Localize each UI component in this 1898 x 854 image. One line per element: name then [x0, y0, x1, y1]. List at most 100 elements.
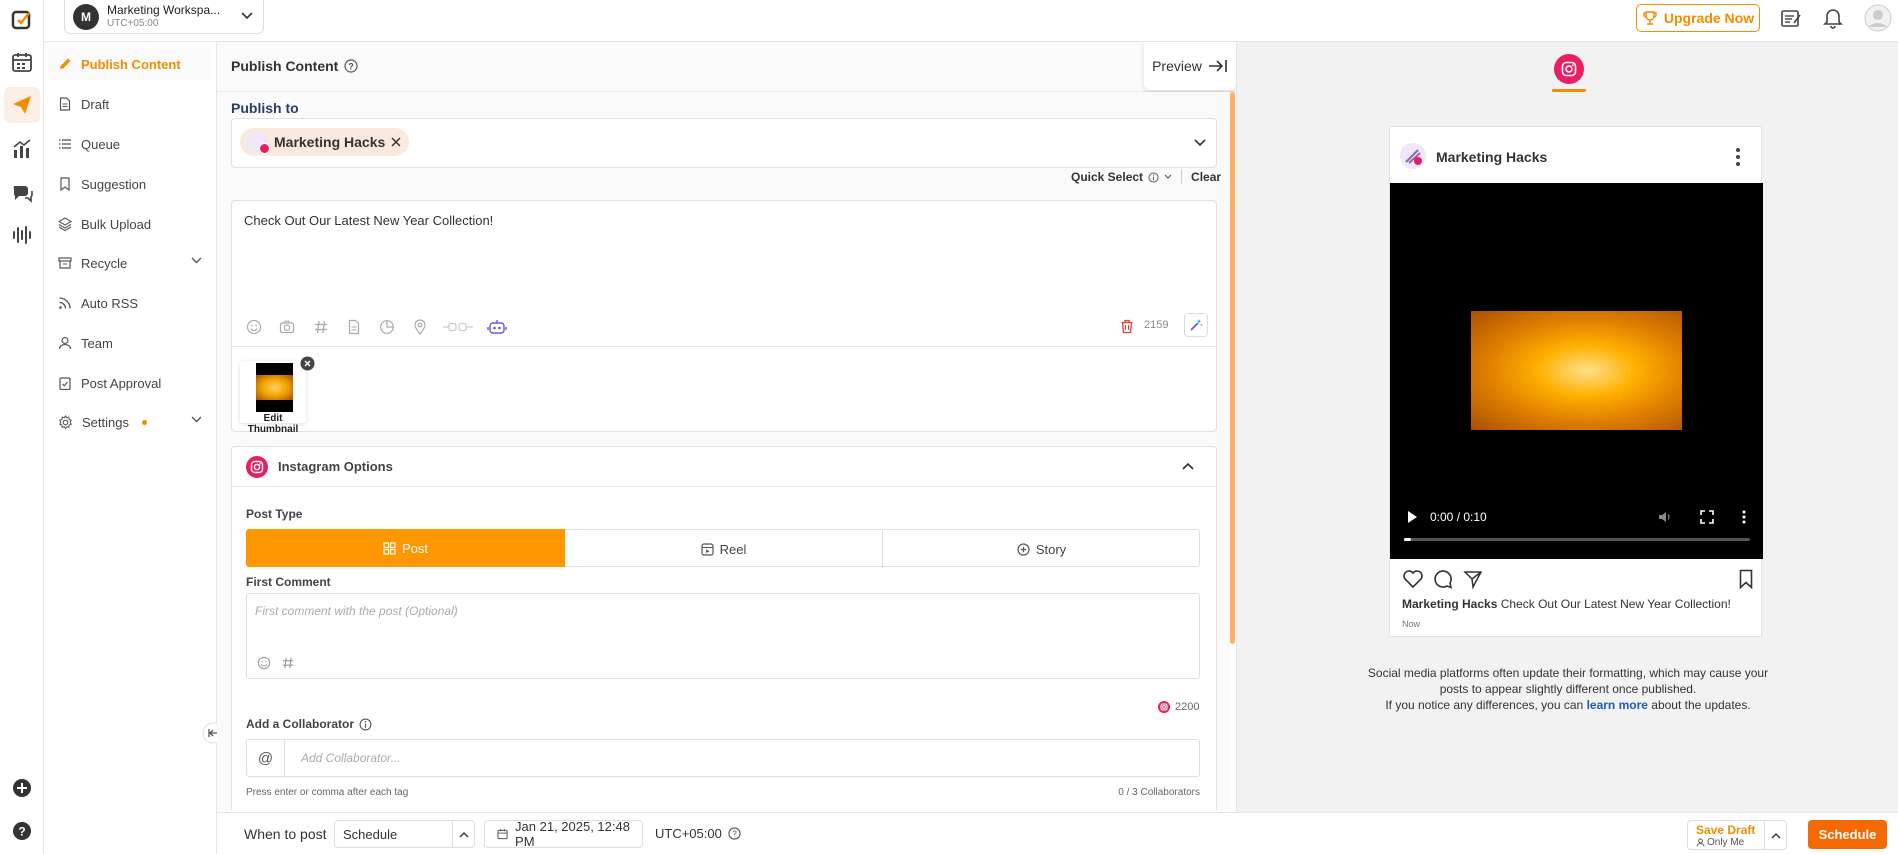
heart-icon[interactable]: [1402, 569, 1424, 589]
hashtag-icon[interactable]: [281, 656, 295, 670]
schedule-button[interactable]: Schedule: [1808, 820, 1887, 849]
collaborator-label: Add a Collaborator: [246, 717, 355, 731]
inbox-chat-icon[interactable]: [4, 174, 40, 210]
post-type-post[interactable]: Post: [246, 529, 565, 567]
preview-caption-author: Marketing Hacks: [1402, 597, 1498, 611]
video-progress-track[interactable]: [1404, 538, 1750, 541]
date-time-picker[interactable]: Jan 21, 2025, 12:48 PM: [484, 819, 643, 849]
workspace-timezone: UTC+05:00: [107, 17, 159, 29]
learn-more-link[interactable]: learn more: [1587, 698, 1648, 712]
sidebar-item-queue[interactable]: Queue: [48, 128, 212, 160]
sidebar-item-settings[interactable]: Settings: [48, 406, 212, 438]
collaborator-count: 0 / 3 Collaborators: [1118, 787, 1200, 798]
instagram-post-preview: Marketing Hacks 0:00 / 0:10 Marketing Ha…: [1389, 126, 1763, 637]
form-scrollbar[interactable]: [1230, 92, 1235, 644]
comment-icon[interactable]: [1433, 569, 1453, 589]
bell-icon[interactable]: [1823, 7, 1843, 29]
chevron-up-icon: [1182, 462, 1194, 470]
play-icon[interactable]: [1406, 510, 1418, 524]
clear-button[interactable]: Clear: [1191, 170, 1221, 184]
sidebar-item-draft[interactable]: Draft: [48, 88, 212, 120]
app-logo-icon[interactable]: [4, 2, 40, 38]
sidebar-item-bulk-upload[interactable]: Bulk Upload: [48, 208, 212, 240]
sidebar-item-suggestion[interactable]: Suggestion: [48, 168, 212, 200]
draft-visibility[interactable]: Only Me: [1696, 837, 1744, 848]
svg-text:?: ?: [732, 829, 737, 839]
sidebar-item-label: Suggestion: [81, 176, 147, 192]
fullscreen-icon[interactable]: [1700, 510, 1714, 524]
post-type-story[interactable]: Story: [883, 530, 1200, 568]
account-avatar: [246, 131, 270, 154]
account-selector[interactable]: Marketing Hacks: [231, 118, 1217, 168]
help-icon[interactable]: ?: [4, 813, 40, 849]
video-more-icon[interactable]: [1742, 510, 1746, 524]
preview-panel: Marketing Hacks 0:00 / 0:10 Marketing Ha…: [1236, 42, 1898, 812]
calendar-icon[interactable]: [4, 44, 40, 80]
upgrade-button[interactable]: Upgrade Now: [1636, 4, 1760, 32]
clipboard-check-icon: [59, 377, 71, 390]
chevron-down-icon: [1194, 139, 1206, 147]
analytics-icon[interactable]: [4, 131, 40, 167]
arrow-right-to-line-icon: [1208, 60, 1227, 72]
magic-wand-button[interactable]: [1184, 313, 1208, 337]
upgrade-label: Upgrade Now: [1663, 10, 1755, 26]
instagram-badge-icon: [259, 143, 270, 154]
account-chip[interactable]: Marketing Hacks: [240, 128, 410, 156]
save-bookmark-icon[interactable]: [1739, 569, 1753, 589]
help-circle-icon[interactable]: ?: [728, 827, 741, 840]
add-icon[interactable]: [4, 770, 40, 806]
info-icon[interactable]: [359, 718, 372, 731]
hashtag-icon[interactable]: [313, 319, 329, 335]
video-frame: [1471, 311, 1682, 430]
template-icon[interactable]: [346, 319, 362, 335]
sidebar-item-recycle[interactable]: Recycle: [48, 247, 212, 279]
sidebar-nav: Publish Content Draft Queue Suggestion B…: [44, 42, 224, 854]
post-type-reel[interactable]: Reel: [565, 530, 883, 568]
ai-robot-icon[interactable]: [487, 319, 507, 335]
volume-icon[interactable]: [1658, 510, 1672, 524]
instagram-options-header[interactable]: Instagram Options: [232, 447, 1216, 487]
post-timing-select[interactable]: Schedule: [334, 820, 475, 848]
collaborator-input[interactable]: @ Add Collaborator...: [246, 739, 1200, 777]
sidebar-item-team[interactable]: Team: [48, 327, 212, 359]
share-icon[interactable]: [1463, 569, 1483, 589]
first-comment-input[interactable]: First comment with the post (Optional): [246, 593, 1200, 679]
remove-media-icon[interactable]: [300, 356, 315, 371]
gear-icon: [59, 414, 72, 430]
sidebar-item-label: Settings: [82, 414, 129, 430]
edit-thumbnail-label[interactable]: Edit Thumbnail: [240, 413, 306, 435]
user-avatar-icon[interactable]: [1864, 4, 1892, 32]
post-type-selector: Post Reel Story: [246, 529, 1200, 568]
close-icon[interactable]: [391, 137, 401, 147]
location-pin-icon[interactable]: [412, 319, 428, 335]
save-draft-button[interactable]: Save Draft: [1696, 823, 1755, 837]
video-player[interactable]: 0:00 / 0:10: [1390, 183, 1763, 559]
send-icon[interactable]: [4, 87, 40, 123]
post-text-area[interactable]: Check Out Our Latest New Year Collection…: [244, 213, 493, 228]
pie-chart-icon[interactable]: [379, 319, 395, 335]
save-options-toggle[interactable]: [1764, 821, 1786, 849]
workspace-switcher[interactable]: M Marketing Workspa... UTC+05:00: [64, 0, 264, 34]
preview-label: Preview: [1152, 58, 1202, 74]
link-shortener-icon[interactable]: [442, 319, 474, 335]
preview-button[interactable]: Preview: [1144, 42, 1236, 90]
audio-wave-icon[interactable]: [4, 217, 40, 253]
more-vertical-icon[interactable]: [1736, 147, 1740, 167]
post-type-reel-label: Reel: [719, 541, 747, 557]
help-circle-icon[interactable]: ?: [344, 59, 358, 73]
trash-icon[interactable]: [1120, 319, 1134, 334]
instagram-preview-tab[interactable]: [1554, 54, 1584, 84]
info-icon: [1148, 171, 1159, 183]
emoji-icon[interactable]: [257, 656, 271, 670]
instagram-options-title: Instagram Options: [278, 459, 393, 474]
sidebar-item-post-approval[interactable]: Post Approval: [48, 367, 212, 399]
media-thumbnail-card[interactable]: Edit Thumbnail: [240, 361, 306, 435]
chevron-down-icon: [191, 416, 202, 423]
quick-select-button[interactable]: Quick Select: [1071, 170, 1143, 184]
camera-icon[interactable]: [279, 319, 295, 335]
sidebar-item-publish-content[interactable]: Publish Content: [48, 48, 212, 80]
emoji-icon[interactable]: [246, 319, 262, 335]
publish-form: Publish to Marketing Hacks Quick Select …: [217, 92, 1230, 810]
sidebar-item-auto-rss[interactable]: Auto RSS: [48, 287, 212, 319]
notes-icon[interactable]: [1780, 8, 1802, 30]
